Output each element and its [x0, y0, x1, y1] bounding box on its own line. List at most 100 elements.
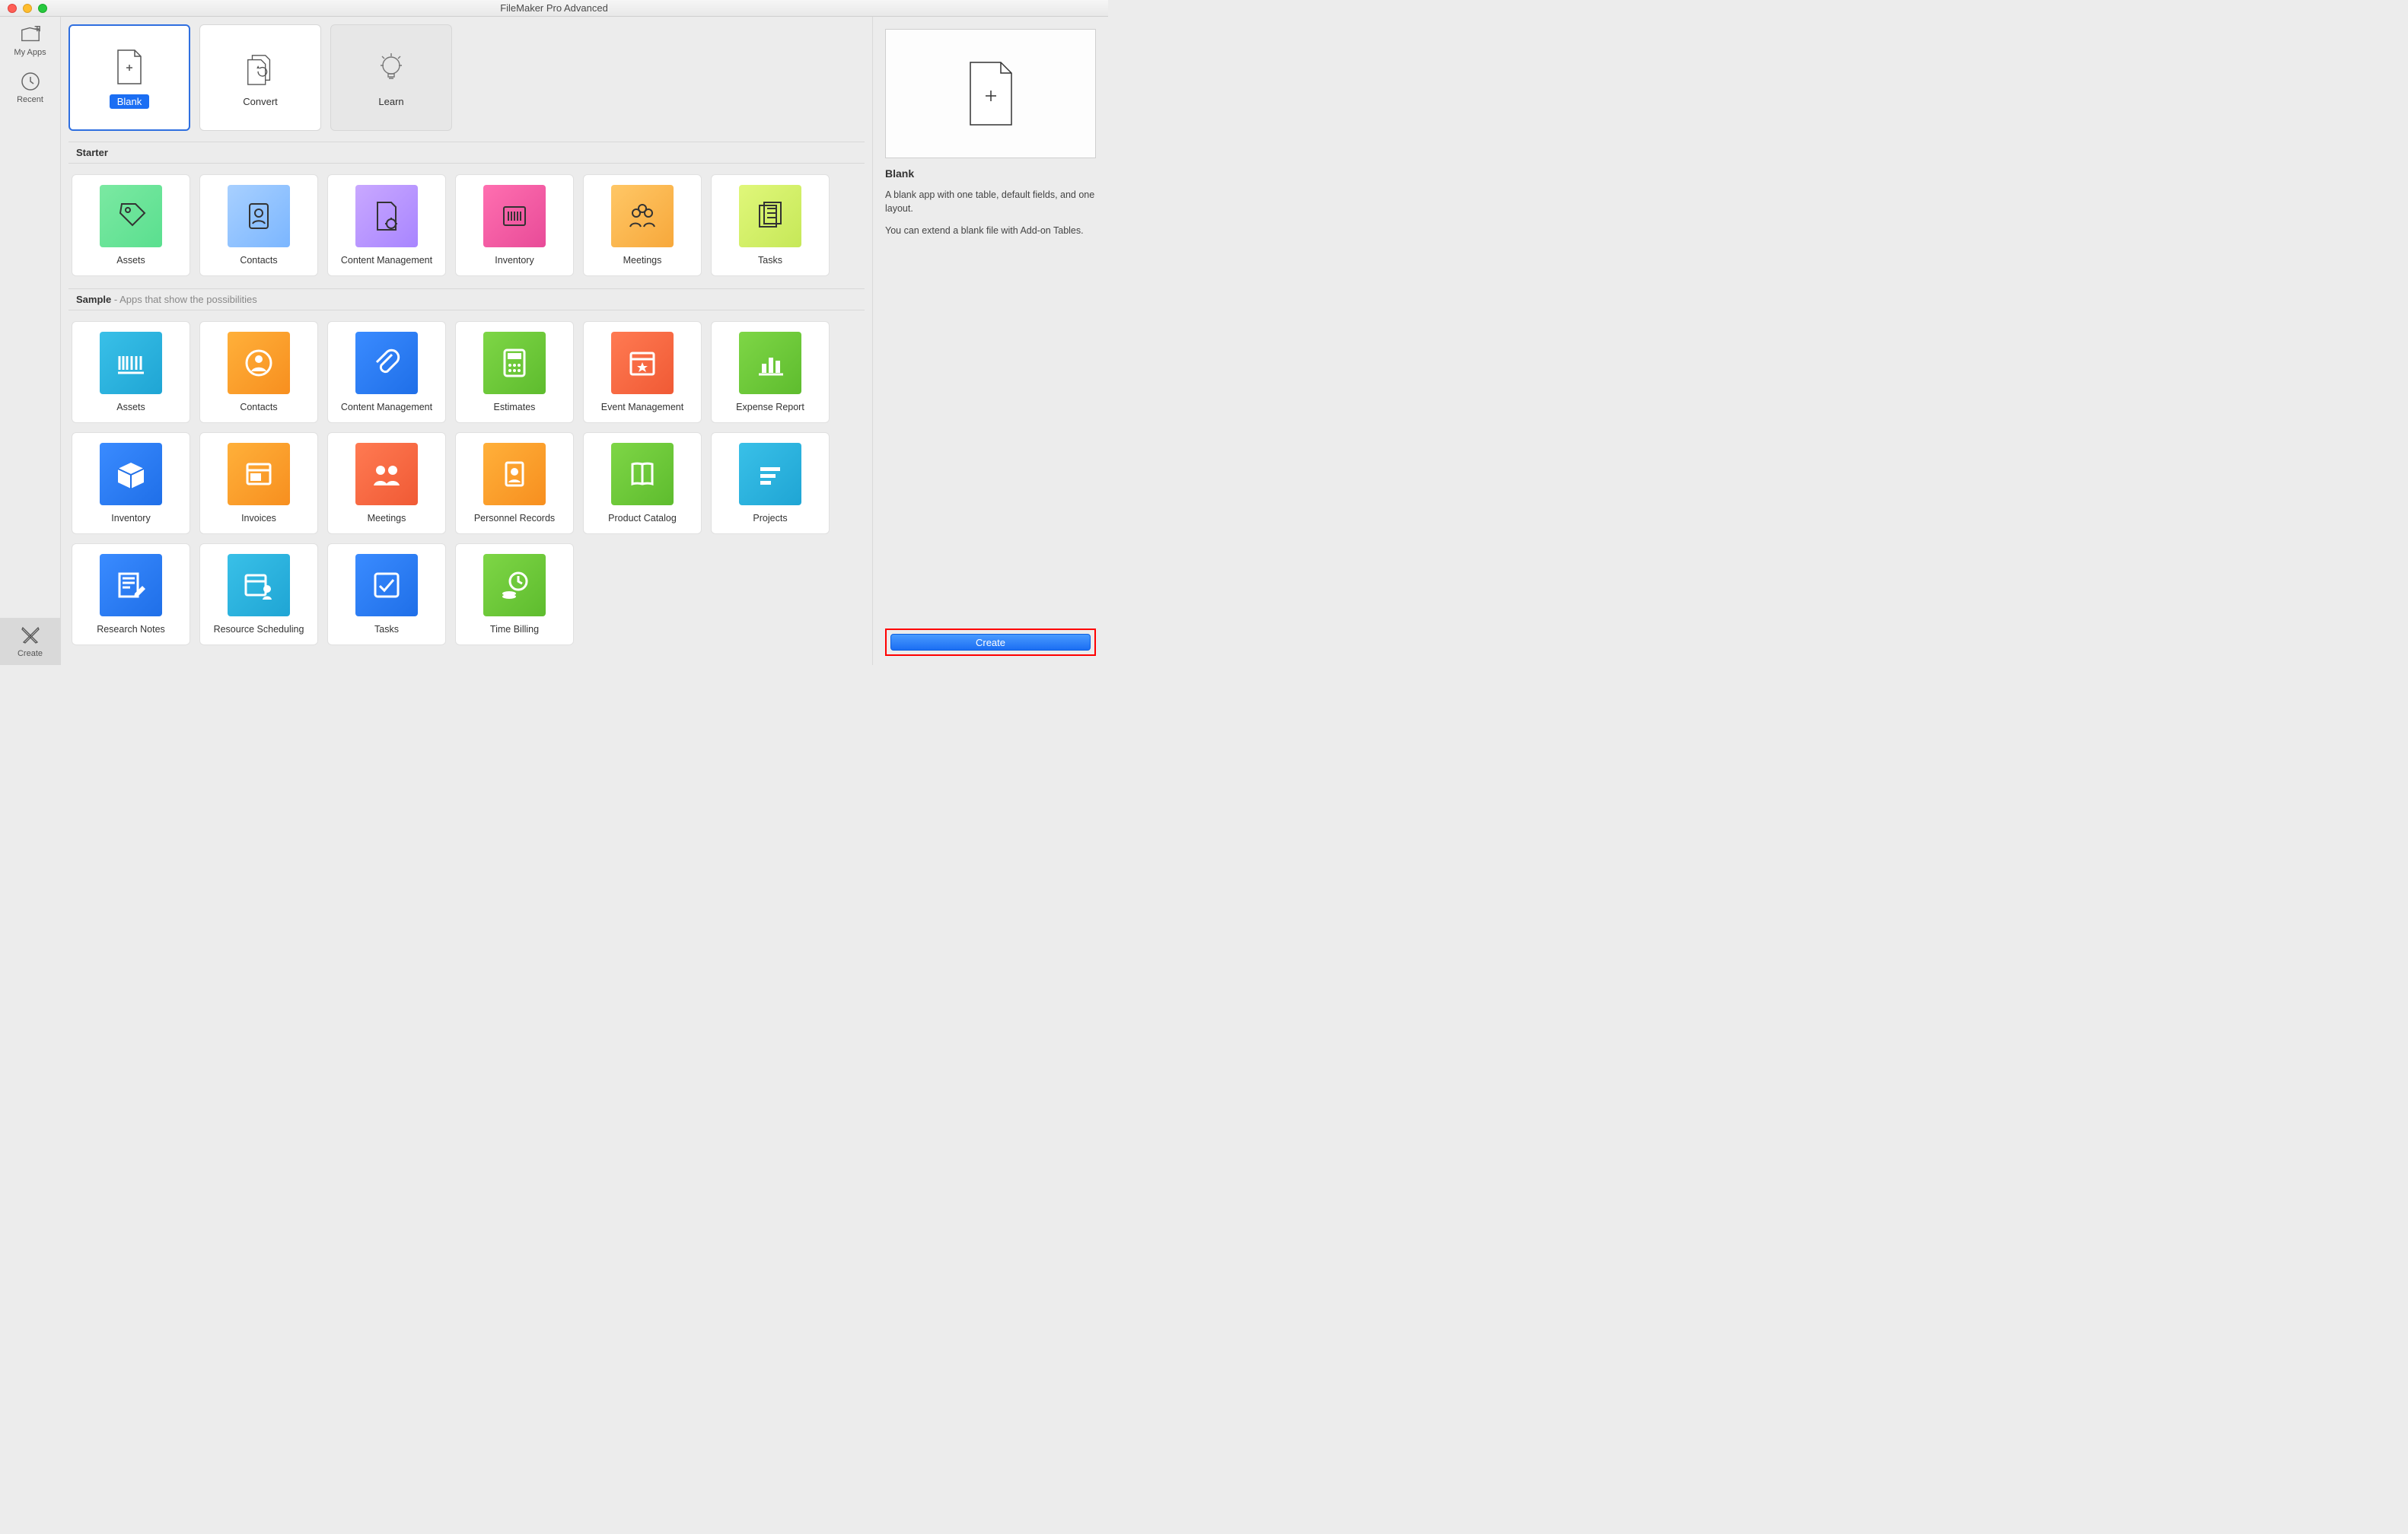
card-label: Product Catalog [608, 513, 677, 524]
card-label: Meetings [368, 513, 406, 524]
clock-icon [20, 71, 41, 92]
card-label: Tasks [758, 255, 782, 266]
calendar-person-icon [228, 554, 290, 616]
card-label: Assets [116, 402, 145, 412]
sample-card[interactable]: Assets [72, 321, 190, 423]
section-title: Starter [76, 147, 108, 158]
checklist-box-icon [739, 185, 801, 247]
card-label: Time Billing [490, 624, 539, 635]
sample-card[interactable]: Projects [711, 432, 830, 534]
main-panel: Blank Convert Learn Starter Assets Contac… [61, 17, 872, 665]
id-icon [228, 185, 290, 247]
lightbulb-icon [374, 49, 408, 88]
sample-card[interactable]: Meetings [327, 432, 446, 534]
sample-card[interactable]: Expense Report [711, 321, 830, 423]
sample-card[interactable]: Research Notes [72, 543, 190, 645]
person-circle-icon [228, 332, 290, 394]
sample-card[interactable]: Estimates [455, 321, 574, 423]
detail-desc-2: You can extend a blank file with Add-on … [885, 224, 1096, 238]
card-label: Tasks [374, 624, 399, 635]
calc-icon [483, 332, 546, 394]
clip-icon [355, 332, 418, 394]
sample-card[interactable]: Invoices [199, 432, 318, 534]
barcode-box-icon [483, 185, 546, 247]
card-label: Projects [753, 513, 787, 524]
card-label: Inventory [495, 255, 534, 266]
sidebar-item-label: Create [18, 649, 43, 658]
detail-panel: Blank A blank app with one table, defaul… [872, 17, 1108, 665]
template-type-tabs: Blank Convert Learn [68, 24, 865, 131]
calendar-star-icon [611, 332, 674, 394]
starter-card[interactable]: Assets [72, 174, 190, 276]
card-label: Content Management [341, 402, 432, 412]
preview-box [885, 29, 1096, 158]
section-header-sample: Sample - Apps that show the possibilitie… [68, 288, 865, 310]
card-label: Contacts [240, 402, 277, 412]
lines-icon [739, 443, 801, 505]
starter-card[interactable]: Inventory [455, 174, 574, 276]
tools-cross-icon [20, 625, 41, 646]
titlebar: FileMaker Pro Advanced [0, 0, 1108, 17]
card-label: Invoices [241, 513, 276, 524]
card-label: Expense Report [736, 402, 804, 412]
card-label: Content Management [341, 255, 432, 266]
card-label: Contacts [240, 255, 277, 266]
sidebar-item-create[interactable]: Create [0, 618, 60, 665]
barchart-icon [739, 332, 801, 394]
sample-card[interactable]: Inventory [72, 432, 190, 534]
card-label: Research Notes [97, 624, 165, 635]
card-label: Personnel Records [474, 513, 555, 524]
starter-card[interactable]: Tasks [711, 174, 830, 276]
sample-card[interactable]: Tasks [327, 543, 446, 645]
sample-card[interactable]: Time Billing [455, 543, 574, 645]
check-box-icon [355, 554, 418, 616]
sidebar-item-recent[interactable]: Recent [0, 64, 60, 111]
create-button-highlight: Create [885, 629, 1096, 656]
card-label: Inventory [111, 513, 150, 524]
window-icon [228, 443, 290, 505]
tab-convert[interactable]: Convert [199, 24, 321, 131]
folder-plus-icon [20, 24, 41, 45]
sample-card[interactable]: Product Catalog [583, 432, 702, 534]
sample-card[interactable]: Content Management [327, 321, 446, 423]
convert-files-icon [244, 49, 277, 88]
sidebar-item-label: Recent [17, 95, 43, 104]
starter-card[interactable]: Content Management [327, 174, 446, 276]
sample-card[interactable]: Resource Scheduling [199, 543, 318, 645]
id-card-icon [483, 443, 546, 505]
tab-blank[interactable]: Blank [68, 24, 190, 131]
sidebar-item-my-apps[interactable]: My Apps [0, 17, 60, 64]
people-fill-icon [355, 443, 418, 505]
sample-card[interactable]: Personnel Records [455, 432, 574, 534]
create-button[interactable]: Create [890, 634, 1091, 651]
card-label: Meetings [623, 255, 662, 266]
blank-file-icon [113, 47, 146, 87]
window-title: FileMaker Pro Advanced [0, 2, 1108, 14]
starter-grid: Assets Contacts Content Management Inventor… [68, 164, 865, 288]
docgear-icon [355, 185, 418, 247]
note-pencil-icon [100, 554, 162, 616]
clock-coins-icon [483, 554, 546, 616]
tab-learn[interactable]: Learn [330, 24, 452, 131]
sample-grid: Assets Contacts Content Management Estimate… [68, 310, 865, 657]
card-label: Resource Scheduling [214, 624, 304, 635]
tab-label: Blank [110, 94, 150, 109]
sample-card[interactable]: Event Management [583, 321, 702, 423]
sample-card[interactable]: Contacts [199, 321, 318, 423]
sidebar-item-label: My Apps [14, 48, 46, 57]
card-label: Assets [116, 255, 145, 266]
starter-card[interactable]: Meetings [583, 174, 702, 276]
tab-label: Convert [243, 96, 278, 107]
detail-title: Blank [885, 167, 1096, 180]
card-label: Event Management [601, 402, 683, 412]
box3d-icon [100, 443, 162, 505]
sidebar: My Apps Recent Create [0, 17, 61, 665]
detail-desc-1: A blank app with one table, default fiel… [885, 189, 1096, 215]
book-icon [611, 443, 674, 505]
people-icon [611, 185, 674, 247]
starter-card[interactable]: Contacts [199, 174, 318, 276]
section-header-starter: Starter [68, 142, 865, 164]
blank-file-preview-icon [964, 59, 1018, 128]
section-title: Sample [76, 294, 111, 305]
barcode-icon [100, 332, 162, 394]
